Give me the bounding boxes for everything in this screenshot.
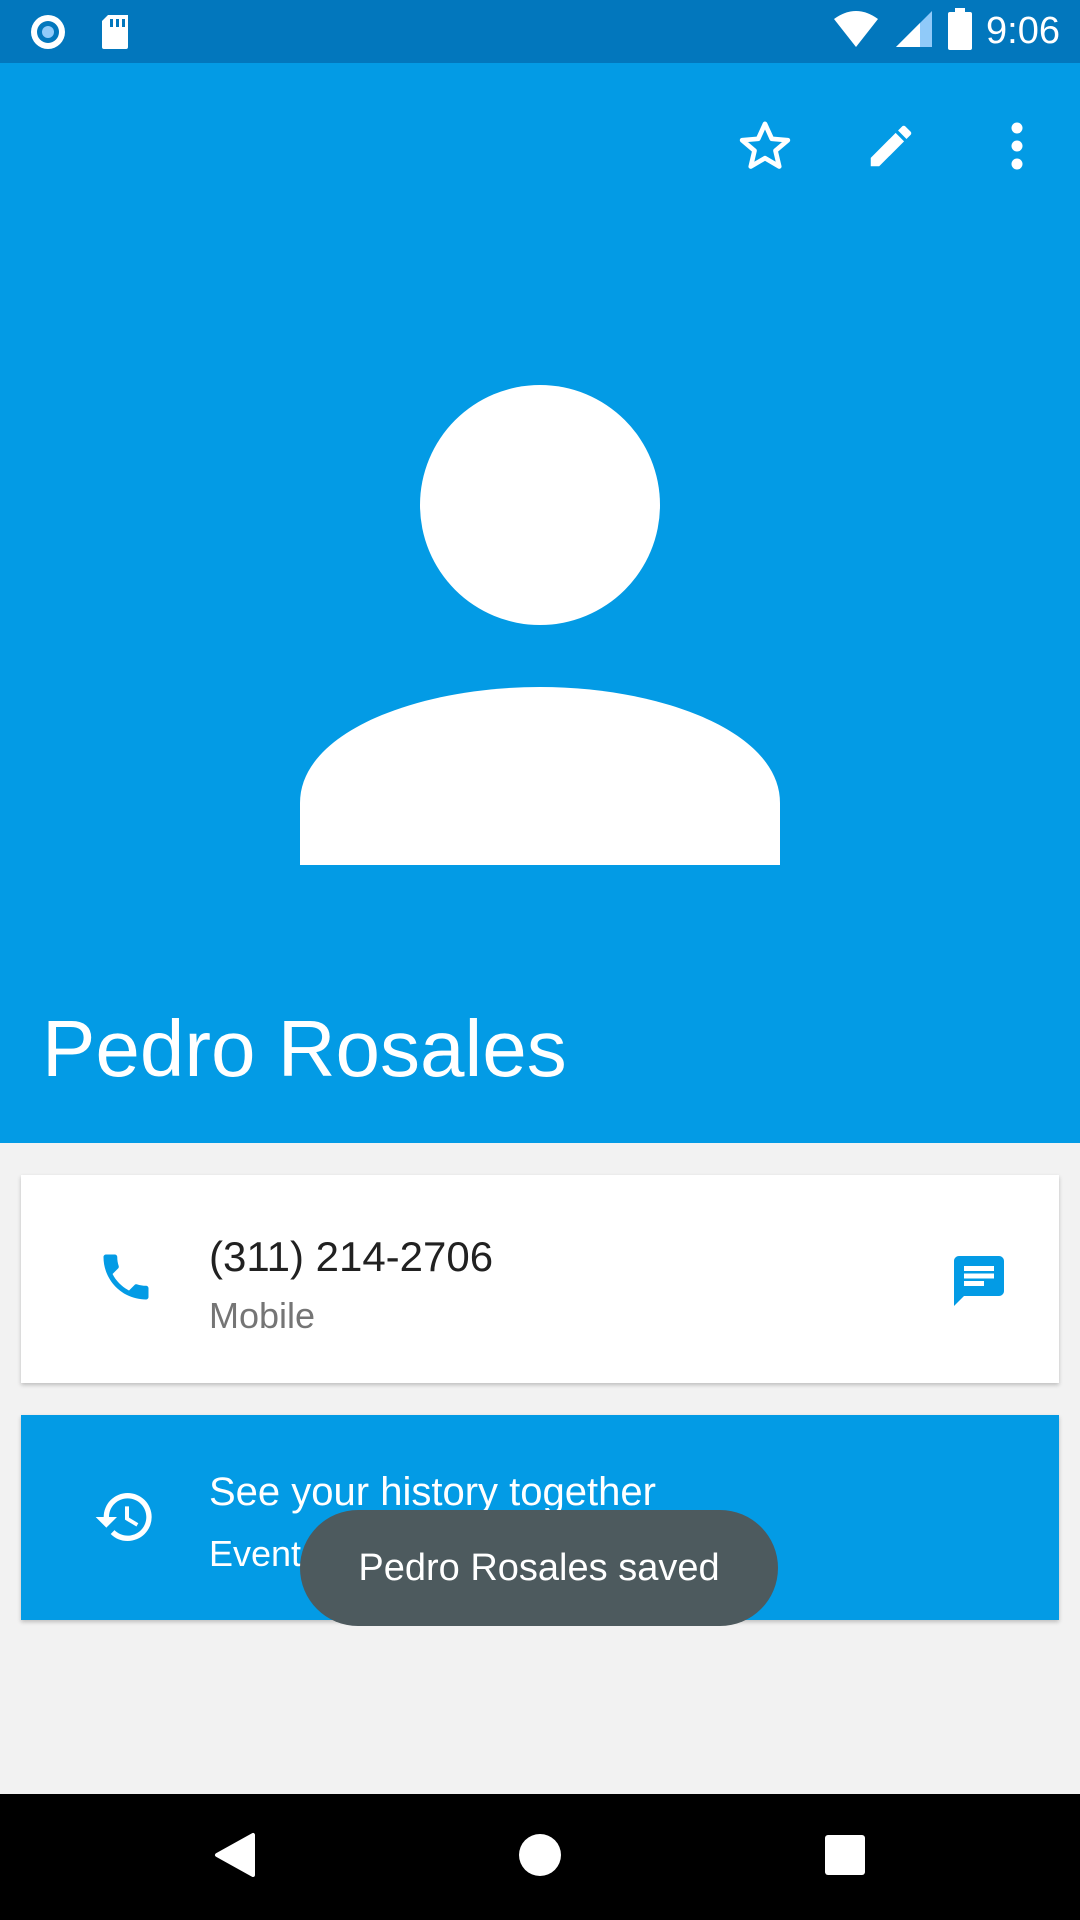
wifi-icon [832,9,880,53]
home-button[interactable] [495,1814,585,1900]
history-title: See your history together [209,1470,656,1514]
phone-card[interactable]: (311) 214-2706 Mobile [21,1175,1059,1383]
avatar-placeholder-icon [300,385,780,865]
edit-button[interactable] [828,103,954,193]
contact-name: Pedro Rosales [42,1004,567,1093]
message-icon [949,1251,1009,1315]
favorite-button[interactable] [702,103,828,193]
phone-number: (311) 214-2706 [209,1233,494,1280]
back-icon [213,1831,257,1883]
contact-header: Pedro Rosales [0,63,1080,1143]
phone-icon[interactable] [96,1247,156,1311]
signal-icon [894,9,934,53]
phone-type-label: Mobile [209,1295,316,1336]
sd-card-icon [98,13,132,55]
saved-toast: Pedro Rosales saved [300,1510,778,1626]
recents-icon [824,1834,866,1880]
toolbar-actions [702,103,1080,193]
star-icon [737,118,793,178]
more-options-button[interactable] [954,103,1080,193]
back-button[interactable] [190,1814,280,1900]
more-vert-icon [1009,122,1025,174]
send-message-button[interactable] [939,1243,1019,1323]
sync-icon [28,12,68,56]
status-time: 9:06 [986,9,1060,52]
recents-button[interactable] [800,1814,890,1900]
edit-icon [864,119,918,177]
status-bar: 9:06 [0,0,1080,63]
navigation-bar [0,1794,1080,1920]
history-icon [93,1485,157,1553]
battery-icon [948,8,973,54]
home-icon [517,1832,563,1882]
